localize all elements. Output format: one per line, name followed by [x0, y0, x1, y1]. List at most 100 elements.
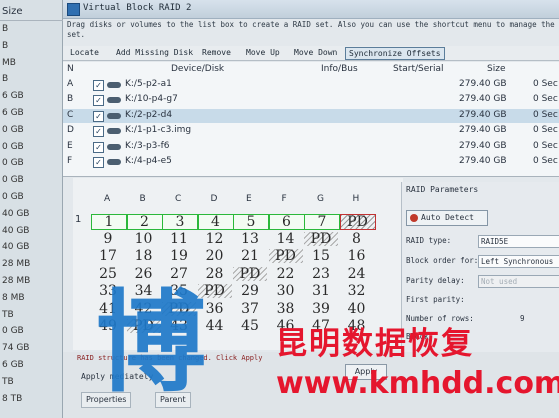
disk-offset: 0 Sec	[533, 125, 558, 136]
data-block[interactable]: 30	[269, 284, 303, 298]
grid-column-label: D	[210, 194, 218, 204]
data-block[interactable]: 2	[126, 214, 163, 230]
data-block[interactable]: 16	[340, 249, 374, 263]
move-up-button[interactable]: Move Up	[243, 47, 283, 58]
col-info[interactable]: Info/Bus	[321, 64, 358, 74]
disk-checkbox[interactable]: ✓	[93, 95, 104, 107]
disk-row[interactable]: A ✓ K:/5-p2-a1 279.40 GB 0 Sec	[63, 78, 559, 92]
data-block[interactable]: 11	[162, 232, 196, 246]
disk-row[interactable]: F ✓ K:/4-p4-e5 279.40 GB 0 Sec	[63, 155, 559, 169]
parity-block[interactable]: PD	[304, 231, 338, 246]
data-block[interactable]: 40	[340, 302, 374, 316]
disk-letter: A	[67, 79, 74, 89]
data-block[interactable]: 3	[162, 214, 198, 230]
data-block[interactable]: 13	[233, 232, 267, 246]
data-block[interactable]: 31	[304, 284, 338, 298]
data-block[interactable]: 22	[269, 267, 303, 281]
size-cell: 0 GB	[2, 175, 24, 186]
parity-block[interactable]: PD	[233, 266, 267, 281]
parity-delay-field[interactable]: Not used	[478, 275, 559, 288]
add-missing-disk-button[interactable]: Add Missing Disk	[113, 47, 196, 58]
disk-icon	[107, 143, 121, 150]
size-cell: 0 GB	[2, 192, 24, 202]
data-block[interactable]: 1	[91, 214, 127, 230]
size-cell: 0 GB	[2, 141, 24, 152]
size-cell: 74 GB	[2, 343, 30, 354]
parity-block[interactable]: PD	[268, 249, 303, 263]
data-block[interactable]: 6	[268, 214, 305, 230]
disk-icon	[107, 97, 121, 104]
disk-offset: 0 Sec	[533, 109, 558, 120]
disk-size: 279.40 GB	[459, 109, 507, 120]
disk-name: K:/3-p3-f6	[125, 140, 170, 151]
auto-detect-button[interactable]: Auto Detect	[406, 210, 488, 226]
locate-button[interactable]: Locate	[67, 47, 102, 58]
data-block[interactable]: 19	[162, 249, 196, 263]
data-block[interactable]: 23	[304, 267, 338, 281]
block-order-label: Block order for:	[406, 256, 479, 265]
disk-name: K:/5-p2-a1	[125, 79, 172, 89]
data-block[interactable]: 5	[233, 214, 269, 230]
grid-column-label: H	[352, 194, 360, 204]
data-block[interactable]: 18	[127, 249, 161, 263]
disk-offset: 0 Sec	[533, 156, 558, 166]
disk-row[interactable]: C ✓ K:/2-p2-d4 279.40 GB 0 Sec	[63, 108, 559, 123]
disk-checkbox[interactable]: ✓	[93, 157, 104, 168]
size-cell: 0 GB	[2, 124, 24, 135]
data-block[interactable]: 21	[233, 249, 267, 263]
data-block[interactable]: 15	[304, 249, 338, 263]
col-size[interactable]: Size	[487, 64, 505, 74]
grid-column-label: A	[104, 194, 111, 204]
disk-row[interactable]: D ✓ K:/1-p1-c3.img 279.40 GB 0 Sec	[63, 124, 559, 138]
data-block[interactable]: 14	[269, 232, 303, 246]
size-cell: 28 MB	[2, 276, 31, 286]
disk-letter: D	[67, 125, 74, 136]
col-serial[interactable]: Start/Serial	[393, 64, 443, 74]
disk-checkbox[interactable]: ✓	[93, 141, 104, 153]
raid-icon	[67, 3, 80, 16]
disk-checkbox[interactable]: ✓	[93, 126, 104, 138]
disk-checkbox[interactable]: ✓	[93, 80, 104, 91]
size-cell: 40 GB	[2, 242, 30, 253]
move-down-button[interactable]: Move Down	[291, 47, 340, 58]
disk-size: 279.40 GB	[459, 156, 507, 166]
data-block[interactable]: 7	[304, 214, 340, 230]
data-block[interactable]: 10	[127, 232, 161, 246]
titlebar[interactable]: Virtual Block RAID 2	[63, 0, 559, 19]
data-block[interactable]: 9	[91, 232, 125, 246]
disk-offset: 0 Sec	[533, 94, 558, 105]
grid-row-label: 1	[75, 214, 82, 225]
raid-type-select[interactable]: RAID5E	[478, 235, 559, 248]
size-cell: 40 GB	[2, 208, 30, 219]
disk-icon	[107, 82, 121, 88]
col-device[interactable]: Device/Disk	[171, 64, 224, 74]
disk-row[interactable]: B ✓ K:/10-p4-g7 279.40 GB 0 Sec	[63, 93, 559, 107]
first-parity-label: First parity:	[406, 295, 465, 304]
col-n[interactable]: N	[67, 64, 74, 74]
data-block[interactable]: 38	[269, 302, 303, 316]
disk-checkbox[interactable]: ✓	[93, 110, 104, 122]
data-block[interactable]: 12	[198, 232, 232, 246]
data-block[interactable]: 8	[340, 232, 374, 246]
disk-letter: F	[67, 156, 73, 166]
data-block[interactable]: 4	[197, 214, 234, 230]
left-pane: Size B B MB B 6 GB 6 GB 0 GB 0 GB 0 GB 0 GB 0 GB 40…	[0, 0, 64, 418]
synchronize-offsets-button[interactable]: Synchronize Offsets	[345, 47, 445, 60]
data-block[interactable]: 24	[340, 267, 374, 281]
block-order-select[interactable]: Left Synchronous	[478, 255, 559, 268]
disk-row[interactable]: E ✓ K:/3-p3-f6 279.40 GB 0 Sec	[63, 140, 559, 154]
disk-name: K:/1-p1-c3.img	[125, 125, 192, 136]
size-cell: 0 GB	[2, 158, 24, 169]
remove-button[interactable]: Remove	[199, 47, 234, 58]
data-block[interactable]: 39	[304, 302, 338, 316]
parity-block[interactable]: PD	[339, 214, 376, 230]
disk-size: 279.40 GB	[459, 94, 507, 105]
size-cell: B	[2, 24, 9, 34]
rows-value[interactable]: 9	[520, 314, 525, 323]
data-block[interactable]: 17	[91, 249, 125, 263]
data-block[interactable]: 32	[340, 284, 374, 298]
watermark-brand: 昆明数据恢复	[276, 326, 474, 362]
disk-list[interactable]: N Device/Disk Info/Bus Start/Serial Size…	[63, 62, 559, 177]
size-column-header[interactable]: Size	[0, 6, 64, 21]
data-block[interactable]: 20	[198, 249, 232, 263]
